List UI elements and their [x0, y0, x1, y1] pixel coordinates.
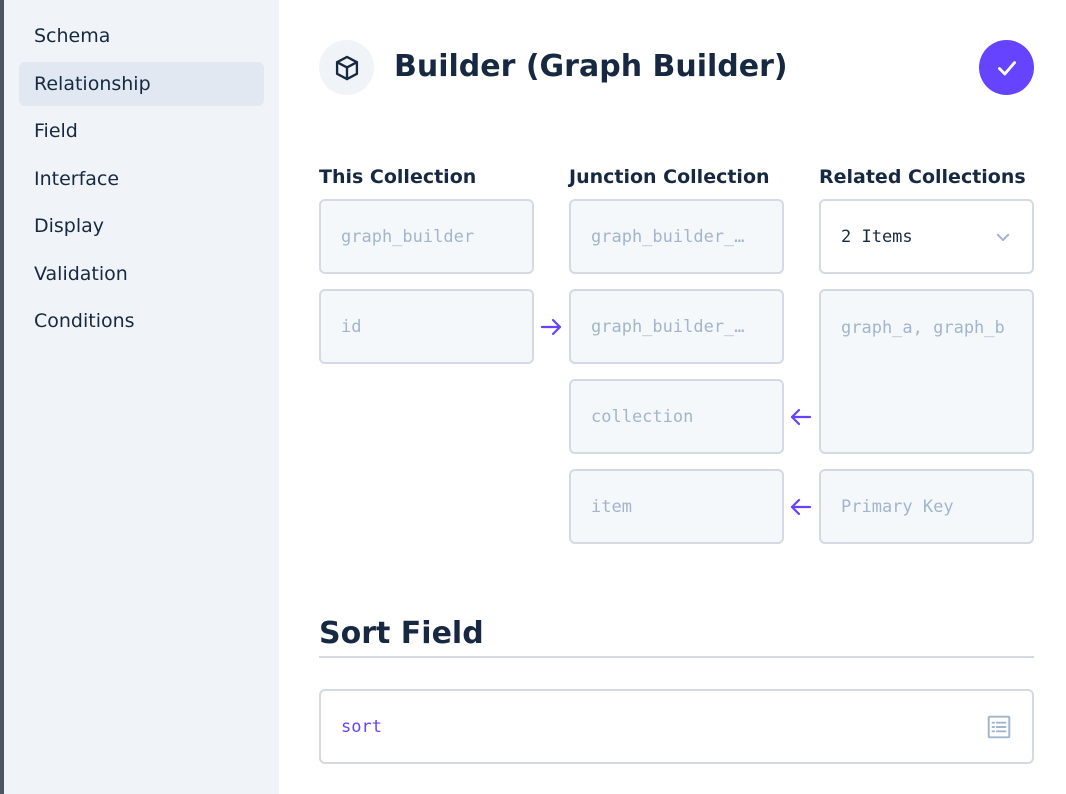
related-collections-label: Related Collections — [819, 166, 1026, 188]
related-collections-value: graph_a, graph_b — [841, 318, 1005, 338]
section-divider — [319, 656, 1034, 658]
related-primary-key-field[interactable]: Primary Key — [819, 469, 1034, 544]
arrow-left-icon — [789, 495, 813, 519]
junction-collection-field[interactable]: graph_builder_… — [569, 199, 784, 274]
arrow-right-icon — [539, 315, 563, 339]
this-collection-label: This Collection — [319, 166, 477, 188]
related-collections-selected: 2 Items — [841, 226, 913, 247]
sidebar-item-interface[interactable]: Interface — [19, 157, 264, 201]
save-button[interactable] — [979, 40, 1034, 95]
junction-field-value: graph_builder_… — [591, 316, 745, 337]
box-icon — [335, 55, 358, 80]
sidebar-item-display[interactable]: Display — [19, 204, 264, 248]
sort-field-select[interactable]: sort — [319, 689, 1034, 764]
junction-field[interactable]: graph_builder_… — [569, 289, 784, 364]
sidebar-item-conditions[interactable]: Conditions — [19, 299, 264, 343]
this-collection-field[interactable]: graph_builder — [319, 199, 534, 274]
sidebar: Schema Relationship Field Interface Disp… — [4, 0, 279, 794]
junction-collection-value: graph_builder_… — [591, 226, 745, 247]
list-icon — [987, 715, 1011, 738]
main-content: Builder (Graph Builder) This Collection … — [279, 0, 1066, 794]
header-icon-badge — [319, 40, 374, 95]
junction-collection-type-field[interactable]: collection — [569, 379, 784, 454]
junction-collection-label: Junction Collection — [569, 166, 770, 188]
related-primary-key-value: Primary Key — [841, 496, 954, 517]
sort-field-title: Sort Field — [319, 616, 484, 651]
junction-collection-type-value: collection — [591, 406, 694, 427]
junction-item-field[interactable]: item — [569, 469, 784, 544]
this-collection-value: graph_builder — [341, 226, 475, 247]
sidebar-item-relationship[interactable]: Relationship — [19, 62, 264, 106]
sort-field-value: sort — [341, 716, 382, 737]
this-field-value: id — [341, 316, 362, 337]
junction-item-value: item — [591, 496, 632, 517]
sidebar-item-validation[interactable]: Validation — [19, 252, 264, 296]
this-field-id[interactable]: id — [319, 289, 534, 364]
chevron-down-icon — [996, 233, 1010, 241]
page-title: Builder (Graph Builder) — [394, 49, 788, 84]
related-collections-list[interactable]: graph_a, graph_b — [819, 289, 1034, 454]
related-collections-select[interactable]: 2 Items — [819, 199, 1034, 274]
sidebar-item-schema[interactable]: Schema — [19, 14, 264, 58]
sidebar-item-field[interactable]: Field — [19, 109, 264, 153]
arrow-left-icon — [789, 405, 813, 429]
check-icon — [997, 60, 1016, 75]
